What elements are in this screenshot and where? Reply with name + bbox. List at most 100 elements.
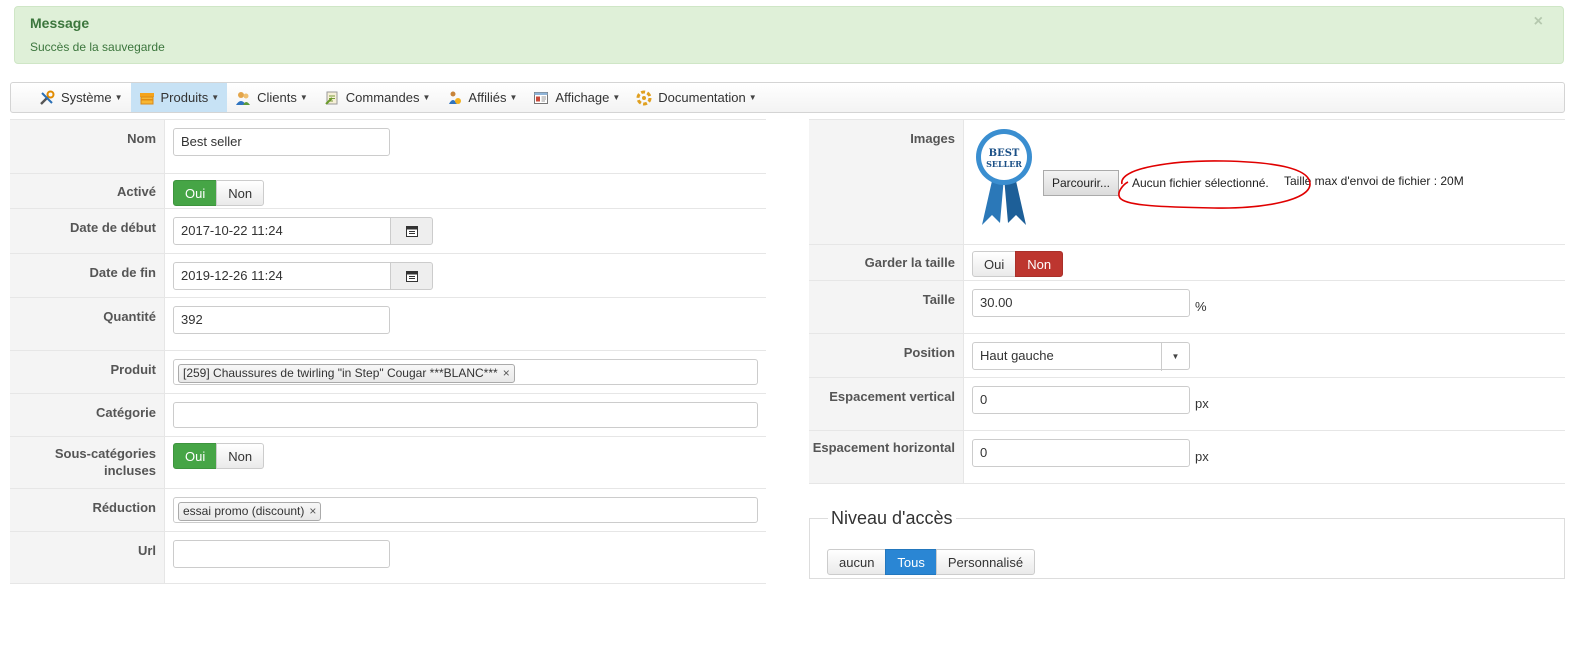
size-input[interactable]: 30.00 bbox=[972, 289, 1190, 317]
chevron-down-icon: ▼ bbox=[211, 93, 220, 102]
chevron-down-icon: ▼ bbox=[114, 93, 123, 102]
tag-label: essai promo (discount) bbox=[183, 504, 305, 518]
medal-text-seller: SELLER bbox=[986, 159, 1022, 169]
red-annotation-circle bbox=[1118, 160, 1311, 209]
active-yes-button[interactable]: Oui bbox=[173, 180, 218, 206]
field-label: Activé bbox=[10, 174, 165, 208]
menu-systeme[interactable]: Système ▼ bbox=[31, 83, 131, 112]
product-tag: [259] Chaussures de twirling "in Step" C… bbox=[178, 363, 515, 383]
row-size: Taille 30.00 % bbox=[809, 281, 1565, 334]
medal-text-best: BEST bbox=[989, 148, 1020, 159]
menu-label: Clients bbox=[257, 90, 297, 105]
name-input[interactable]: Best seller bbox=[173, 128, 390, 156]
field-label: Taille bbox=[809, 281, 964, 333]
subcategories-no-button[interactable]: Non bbox=[216, 443, 265, 469]
subcategories-toggle: Oui Non bbox=[173, 443, 265, 469]
active-no-button[interactable]: Non bbox=[216, 180, 265, 206]
row-product: Produit [259] Chaussures de twirling "in… bbox=[10, 351, 766, 394]
alert-title: Message bbox=[30, 15, 90, 31]
start-date-input[interactable]: 2017-10-22 11:24 bbox=[173, 217, 391, 245]
wrench-icon bbox=[39, 90, 55, 106]
access-level-legend: Niveau d'accès bbox=[831, 508, 953, 528]
access-none-button[interactable]: aucun bbox=[827, 549, 887, 575]
menu-label: Affiliés bbox=[468, 90, 507, 105]
field-label: Espacement vertical bbox=[809, 378, 964, 430]
menu-label: Système bbox=[61, 90, 112, 105]
field-label: Produit bbox=[10, 351, 165, 393]
menu-produits[interactable]: Produits ▼ bbox=[130, 83, 228, 112]
access-level-fieldset: Niveau d'accès aucun Tous Personnalisé bbox=[809, 508, 1565, 579]
close-icon[interactable]: × bbox=[1534, 13, 1543, 31]
row-start-date: Date de début 2017-10-22 11:24 bbox=[10, 209, 766, 254]
row-position: Position Haut gauche ▼ bbox=[809, 334, 1565, 378]
remove-tag-icon[interactable]: × bbox=[309, 498, 316, 524]
field-label: Catégorie bbox=[10, 394, 165, 436]
row-horizontal-spacing: Espacement horizontal 0 px bbox=[809, 431, 1565, 484]
row-keep-size: Garder la taille Oui Non bbox=[809, 245, 1565, 281]
field-label: Garder la taille bbox=[809, 245, 964, 280]
menu-label: Commandes bbox=[345, 90, 420, 105]
access-custom-button[interactable]: Personnalisé bbox=[935, 549, 1036, 575]
row-category: Catégorie bbox=[10, 394, 766, 437]
menu-clients[interactable]: Clients ▼ bbox=[227, 83, 316, 112]
category-input[interactable] bbox=[173, 402, 758, 428]
access-all-button[interactable]: Tous bbox=[885, 549, 937, 575]
right-form: Images BEST SELLER Parcourir... Aucun fi… bbox=[809, 119, 1565, 484]
row-subcategories: Sous-catégories incluses Oui Non bbox=[10, 437, 766, 489]
success-alert: Message Succès de la sauvegarde × bbox=[14, 6, 1564, 64]
chevron-down-icon: ▼ bbox=[299, 93, 308, 102]
remove-tag-icon[interactable]: × bbox=[503, 360, 510, 386]
field-label: Date de début bbox=[10, 209, 165, 253]
horizontal-spacing-unit: px bbox=[1195, 449, 1209, 464]
menu-documentation[interactable]: Documentation ▼ bbox=[628, 83, 764, 112]
calendar-icon[interactable] bbox=[390, 217, 433, 245]
display-icon bbox=[533, 90, 549, 106]
menu-label: Affichage bbox=[555, 90, 610, 105]
field-label: Position bbox=[809, 334, 964, 377]
chevron-down-icon: ▼ bbox=[748, 93, 757, 102]
keep-size-toggle: Oui Non bbox=[972, 251, 1064, 277]
keep-size-yes-button[interactable]: Oui bbox=[972, 251, 1017, 277]
affiliates-icon bbox=[446, 90, 462, 106]
field-label: Quantité bbox=[10, 298, 165, 350]
help-icon bbox=[636, 90, 652, 106]
vertical-spacing-unit: px bbox=[1195, 396, 1209, 411]
menu-affilies[interactable]: Affiliés ▼ bbox=[438, 83, 525, 112]
url-input[interactable] bbox=[173, 540, 390, 568]
alert-message: Succès de la sauvegarde bbox=[30, 40, 165, 54]
box-icon bbox=[139, 90, 155, 106]
users-icon bbox=[235, 90, 251, 106]
tag-label: [259] Chaussures de twirling "in Step" C… bbox=[183, 366, 498, 380]
horizontal-spacing-input[interactable]: 0 bbox=[972, 439, 1190, 467]
discount-multiselect[interactable]: essai promo (discount) × bbox=[173, 497, 758, 523]
left-form: Nom Best seller Activé Oui Non Date de d… bbox=[10, 119, 766, 584]
position-select[interactable]: Haut gauche ▼ bbox=[972, 342, 1190, 371]
quantity-input[interactable]: 392 bbox=[173, 306, 390, 334]
calendar-icon[interactable] bbox=[390, 262, 433, 290]
size-unit: % bbox=[1195, 299, 1207, 314]
end-date-input[interactable]: 2019-12-26 11:24 bbox=[173, 262, 391, 290]
row-url: Url bbox=[10, 532, 766, 584]
field-label: Images bbox=[809, 120, 964, 244]
menu-affichage[interactable]: Affichage ▼ bbox=[525, 83, 628, 112]
best-seller-medal-image: BEST SELLER bbox=[976, 129, 1032, 225]
vertical-spacing-input[interactable]: 0 bbox=[972, 386, 1190, 414]
row-nom: Nom Best seller bbox=[10, 120, 766, 174]
position-selected-value: Haut gauche bbox=[980, 348, 1054, 363]
row-images: Images BEST SELLER Parcourir... Aucun fi… bbox=[809, 120, 1565, 245]
chevron-down-icon: ▼ bbox=[422, 93, 431, 102]
menu-commandes[interactable]: Commandes ▼ bbox=[316, 83, 439, 112]
keep-size-no-button[interactable]: Non bbox=[1015, 251, 1064, 277]
subcategories-yes-button[interactable]: Oui bbox=[173, 443, 218, 469]
row-discount: Réduction essai promo (discount) × bbox=[10, 489, 766, 532]
access-level-toggle: aucun Tous Personnalisé bbox=[827, 549, 1036, 575]
row-vertical-spacing: Espacement vertical 0 px bbox=[809, 378, 1565, 431]
main-menu: Système ▼ Produits ▼ Clients ▼ Commandes ▼ A… bbox=[10, 82, 1565, 113]
browse-file-button[interactable]: Parcourir... bbox=[1043, 170, 1120, 196]
field-label: Url bbox=[10, 532, 165, 583]
product-multiselect[interactable]: [259] Chaussures de twirling "in Step" C… bbox=[173, 359, 758, 385]
menu-label: Documentation bbox=[658, 90, 746, 105]
field-label: Nom bbox=[10, 120, 165, 173]
row-quantity: Quantité 392 bbox=[10, 298, 766, 351]
discount-tag: essai promo (discount) × bbox=[178, 501, 322, 521]
